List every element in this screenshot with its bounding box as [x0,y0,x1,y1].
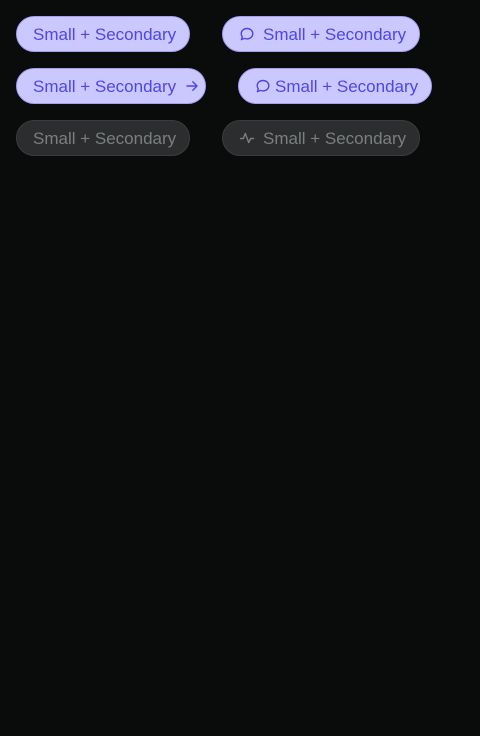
button-label: Small + Secondary [33,24,177,44]
button-label: Small + Secondary [33,128,177,148]
small-secondary-button[interactable]: Small + Secondary [16,16,190,52]
small-secondary-button-with-arrow[interactable]: Small + Secondary [16,68,206,104]
button-label: Small + Secondary [275,76,419,96]
small-secondary-button-with-chat-icon[interactable]: Small + Secondary [238,68,432,104]
small-secondary-button-disabled: Small + Secondary [16,120,190,156]
arrow-right-icon [184,78,200,94]
activity-pulse-icon [239,130,255,146]
button-label: Small + Secondary [33,76,177,96]
chat-bubble-icon [255,78,271,94]
chat-bubble-icon [239,26,255,42]
button-label: Small + Secondary [263,128,407,148]
button-label: Small + Secondary [263,24,407,44]
small-secondary-button-with-chat-icon[interactable]: Small + Secondary [222,16,420,52]
small-secondary-button-disabled-with-pulse-icon: Small + Secondary [222,120,420,156]
